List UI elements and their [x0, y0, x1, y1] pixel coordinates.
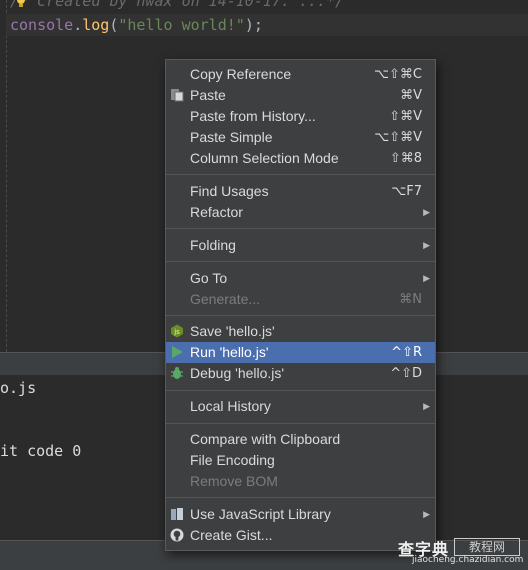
submenu-arrow-icon: ▶: [423, 401, 430, 411]
menu-separator: [166, 423, 435, 424]
menu-item-label: Go To: [190, 270, 228, 286]
menu-item-go-to[interactable]: Go To ▶: [166, 268, 435, 289]
menu-separator: [166, 390, 435, 391]
submenu-arrow-icon: ▶: [423, 509, 430, 519]
menu-item-shortcut: ⌥⇧⌘C: [374, 67, 422, 82]
menu-item-shortcut: ⌥⇧⌘V: [374, 130, 422, 145]
code-line[interactable]: console.log("hello world!");: [6, 14, 528, 36]
menu-item-column-selection-mode[interactable]: Column Selection Mode ⇧⌘8: [166, 148, 435, 169]
menu-item-copy-reference[interactable]: Copy Reference ⌥⇧⌘C: [166, 64, 435, 85]
menu-item-label: Save 'hello.js': [190, 323, 275, 339]
menu-item-find-usages[interactable]: Find Usages ⌥F7: [166, 181, 435, 202]
code-comment: /* Created by nwax on 14-10-17. ...*/: [10, 0, 345, 10]
menu-item-label: Column Selection Mode: [190, 150, 339, 166]
menu-item-label: Local History: [190, 398, 271, 414]
menu-item-label: Paste Simple: [190, 129, 273, 145]
menu-separator: [166, 228, 435, 229]
menu-separator: [166, 315, 435, 316]
menu-item-label: Paste from History...: [190, 108, 316, 124]
menu-item-remove-bom: Remove BOM: [166, 471, 435, 492]
paste-icon: [171, 89, 184, 102]
watermark-url: jiaocheng.chazidian.com: [412, 555, 524, 565]
menu-item-use-javascript-library[interactable]: Use JavaScript Library ▶: [166, 504, 435, 525]
menu-item-shortcut: ⇧⌘V: [389, 109, 422, 124]
nodejs-icon: js: [171, 324, 183, 338]
menu-item-label: Generate...: [190, 291, 261, 307]
menu-item-label: Use JavaScript Library: [190, 506, 331, 522]
menu-item-label: Paste: [190, 87, 226, 103]
menu-item-local-history[interactable]: Local History ▶: [166, 396, 435, 417]
menu-item-label: Remove BOM: [190, 473, 278, 489]
submenu-arrow-icon: ▶: [423, 207, 430, 217]
menu-item-shortcut: ^⇧R: [391, 345, 422, 360]
menu-item-shortcut: ^⇧D: [390, 366, 422, 381]
code-paren-close: );: [244, 16, 263, 34]
menu-separator: [166, 497, 435, 498]
menu-item-create-gist[interactable]: Create Gist...: [166, 525, 435, 546]
menu-item-refactor[interactable]: Refactor ▶: [166, 202, 435, 223]
menu-item-paste-simple[interactable]: Paste Simple ⌥⇧⌘V: [166, 127, 435, 148]
console-line: o.js: [0, 379, 37, 397]
menu-item-run[interactable]: Run 'hello.js' ^⇧R: [166, 342, 435, 363]
menu-item-label: Create Gist...: [190, 527, 273, 543]
menu-item-shortcut: ⌘N: [399, 292, 422, 307]
menu-item-shortcut: ⇧⌘8: [389, 151, 422, 166]
menu-item-label: Debug 'hello.js': [190, 365, 285, 381]
menu-item-label: Folding: [190, 237, 236, 253]
menu-item-label: File Encoding: [190, 452, 275, 468]
code-string: "hello world!": [118, 16, 245, 34]
library-icon: [171, 508, 183, 520]
submenu-arrow-icon: ▶: [423, 240, 430, 250]
menu-item-label: Refactor: [190, 204, 243, 220]
submenu-arrow-icon: ▶: [423, 273, 430, 283]
svg-text:js: js: [173, 328, 180, 336]
menu-item-paste[interactable]: Paste ⌘V: [166, 85, 435, 106]
menu-item-debug[interactable]: Debug 'hello.js' ^⇧D: [166, 363, 435, 384]
github-icon: [170, 528, 184, 542]
menu-separator: [166, 261, 435, 262]
debug-icon: [171, 367, 183, 379]
menu-item-compare-with-clipboard[interactable]: Compare with Clipboard: [166, 429, 435, 450]
code-object: console: [10, 16, 74, 34]
menu-item-label: Run 'hello.js': [190, 344, 269, 360]
menu-item-label: Compare with Clipboard: [190, 431, 341, 447]
menu-item-save[interactable]: js Save 'hello.js': [166, 321, 435, 342]
code-dot: .: [73, 16, 83, 34]
menu-item-shortcut: ⌥F7: [391, 184, 422, 199]
menu-item-shortcut: ⌘V: [400, 88, 422, 103]
menu-item-file-encoding[interactable]: File Encoding: [166, 450, 435, 471]
code-function: log: [82, 16, 110, 34]
menu-item-generate: Generate... ⌘N: [166, 289, 435, 310]
menu-item-label: Copy Reference: [190, 66, 292, 82]
menu-separator: [166, 174, 435, 175]
indent-guide: [6, 0, 7, 352]
context-menu: Copy Reference ⌥⇧⌘C Paste ⌘V Paste from …: [165, 59, 436, 551]
lightbulb-icon[interactable]: [16, 0, 26, 8]
watermark-tag: 教程网: [454, 538, 520, 556]
console-line: it code 0: [0, 442, 82, 460]
menu-item-paste-from-history[interactable]: Paste from History... ⇧⌘V: [166, 106, 435, 127]
run-icon: [172, 346, 183, 358]
watermark: 查字典 教程网 jiaocheng.chazidian.com: [396, 536, 528, 569]
menu-item-folding[interactable]: Folding ▶: [166, 235, 435, 256]
menu-item-label: Find Usages: [190, 183, 269, 199]
